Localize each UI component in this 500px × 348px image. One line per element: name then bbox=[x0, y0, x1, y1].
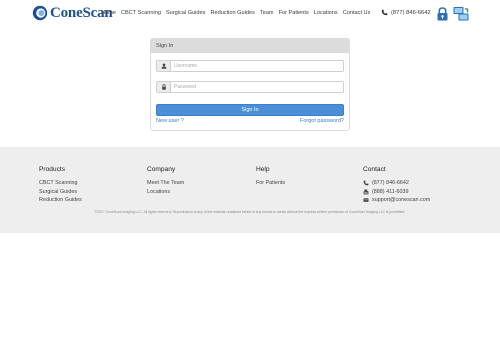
footer-email: support@conescan.com bbox=[372, 197, 431, 203]
header-phone[interactable]: (877) 846-6642 bbox=[381, 9, 431, 16]
main-nav: Home CBCT Scanning Surgical Guides Reduc… bbox=[101, 10, 370, 16]
nav-home[interactable]: Home bbox=[101, 10, 116, 16]
footer-fax-line: (888) 411-6039 bbox=[363, 188, 430, 197]
footer-company: Company Meet The Team Locations bbox=[147, 166, 184, 196]
footer-link-for-patients[interactable]: For Patients bbox=[256, 179, 285, 188]
site-footer: Products CBCT Scanning Surgical Guides R… bbox=[0, 147, 500, 233]
footer-phone: (877) 846-6642 bbox=[372, 180, 409, 186]
footer-link-meet-the-team[interactable]: Meet The Team bbox=[147, 179, 184, 188]
nav-contact-us[interactable]: Contact Us bbox=[343, 10, 371, 16]
username-input[interactable] bbox=[171, 61, 343, 71]
footer-phone-line[interactable]: (877) 846-6642 bbox=[363, 179, 430, 188]
fax-icon bbox=[363, 189, 369, 195]
envelope-icon bbox=[363, 198, 369, 203]
footer-email-line[interactable]: support@conescan.com bbox=[363, 196, 430, 205]
footer-fax: (888) 411-6039 bbox=[372, 188, 409, 195]
footer-contact-title: Contact bbox=[363, 166, 386, 173]
password-input[interactable] bbox=[171, 82, 343, 92]
footer-link-surgical-guides[interactable]: Surgical Guides bbox=[39, 188, 82, 197]
nav-cbct-scanning[interactable]: CBCT Scanning bbox=[121, 10, 161, 16]
signin-title: Sign In bbox=[151, 39, 349, 53]
copyright-text: ©2017 ConeScan Imaging LLC. All rights r… bbox=[94, 210, 406, 214]
phone-icon bbox=[381, 9, 388, 16]
forgot-password-link[interactable]: Forgot password? bbox=[300, 118, 344, 124]
footer-help-title: Help bbox=[256, 166, 270, 173]
password-group bbox=[156, 81, 344, 93]
nav-locations[interactable]: Locations bbox=[314, 10, 338, 16]
signin-button[interactable]: Sign In bbox=[156, 104, 344, 116]
signin-panel: Sign In Sign In New user ? Forgot passwo… bbox=[150, 38, 350, 131]
user-icon bbox=[157, 61, 171, 71]
header-phone-number: (877) 846-6642 bbox=[391, 9, 431, 16]
footer-link-reduction-guides[interactable]: Reduction Guides bbox=[39, 196, 82, 205]
lock-icon[interactable] bbox=[436, 7, 449, 21]
footer-help: Help For Patients bbox=[256, 166, 285, 188]
footer-link-cbct-scanning[interactable]: CBCT Scanning bbox=[39, 179, 82, 188]
nav-team[interactable]: Team bbox=[260, 10, 274, 16]
footer-products: Products CBCT Scanning Surgical Guides R… bbox=[39, 166, 82, 205]
nav-reduction-guides[interactable]: Reduction Guides bbox=[210, 10, 254, 16]
remote-desktop-icon[interactable] bbox=[453, 6, 469, 22]
footer-products-title: Products bbox=[39, 166, 66, 173]
site-header: ConeScan Home CBCT Scanning Surgical Gui… bbox=[0, 0, 500, 30]
footer-link-locations[interactable]: Locations bbox=[147, 188, 184, 197]
nav-surgical-guides[interactable]: Surgical Guides bbox=[166, 10, 206, 16]
new-user-link[interactable]: New user ? bbox=[156, 118, 184, 124]
footer-company-title: Company bbox=[147, 166, 176, 173]
conescan-logo-icon bbox=[32, 5, 48, 21]
footer-contact: Contact (877) 846-6642 (888) 411-6039 su… bbox=[363, 166, 430, 205]
nav-for-patients[interactable]: For Patients bbox=[279, 10, 309, 16]
username-group bbox=[156, 60, 344, 72]
phone-icon bbox=[363, 180, 369, 186]
lock-small-icon bbox=[157, 82, 171, 92]
